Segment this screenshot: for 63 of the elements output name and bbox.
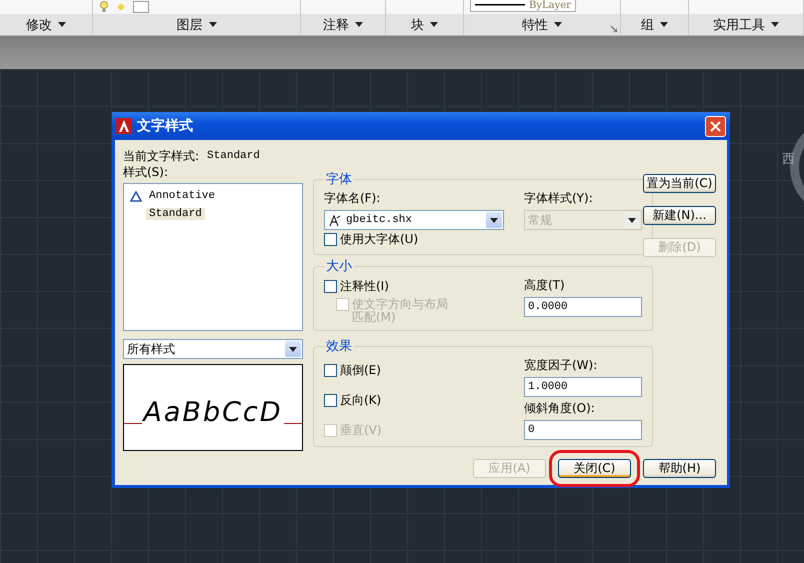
compass-label: 西 — [782, 151, 795, 168]
close-button[interactable] — [705, 116, 726, 136]
field-label: 字体名(F): — [324, 190, 382, 207]
app-logo-icon — [116, 118, 132, 134]
window-title: 文字样式 — [137, 117, 194, 135]
current-style-value: Standard — [207, 150, 260, 162]
caret-icon — [208, 22, 216, 27]
field-label: 宽度因子(W): — [524, 357, 598, 374]
ribbon-panel-title[interactable]: 注释 — [301, 14, 385, 35]
caret-icon — [58, 22, 66, 27]
layer-swatch[interactable] — [133, 1, 149, 13]
style-list-item[interactable]: Standard — [146, 208, 205, 220]
caret-icon — [355, 22, 363, 27]
field-label: 倾斜角度(O): — [524, 400, 596, 417]
close-icon — [710, 120, 721, 132]
caret-icon — [490, 218, 498, 222]
height-field[interactable]: 0.0000 — [524, 297, 642, 317]
caret-icon — [289, 346, 297, 352]
launcher-arrow-icon[interactable] — [611, 26, 617, 32]
checkbox-label: 使用大字体(U) — [340, 230, 418, 248]
checkbox[interactable] — [324, 280, 337, 292]
annotative-triangle-icon — [130, 190, 142, 202]
caret-icon — [430, 22, 438, 27]
font-name-dropdown[interactable]: gbeitc.shx — [324, 210, 504, 230]
ribbon-panel-title[interactable]: 组 — [621, 14, 688, 35]
style-list-item[interactable]: Annotative — [146, 190, 218, 202]
linetype-dropdown[interactable]: ByLayer — [470, 0, 576, 12]
checkbox-label: 垂直(V) — [340, 422, 382, 438]
checkbox[interactable] — [324, 394, 337, 406]
ribbon-panel-title[interactable]: 图层 — [93, 14, 300, 35]
lightbulb-icon[interactable] — [99, 1, 109, 13]
dialog-button[interactable]: 新建(N)... — [643, 206, 716, 225]
dialog-button[interactable]: 帮助(H) — [643, 459, 716, 478]
checkbox-label: 反向(K) — [340, 392, 382, 408]
caret-icon — [554, 22, 562, 27]
checkbox-label: 使文字方向与布局匹配(M) — [352, 298, 449, 324]
checkbox[interactable] — [324, 232, 337, 246]
oblique-angle-field[interactable]: 0 — [524, 420, 642, 440]
style-filter-dropdown[interactable]: 所有样式 — [123, 339, 303, 359]
checkbox-label: 注释性(I) — [340, 278, 389, 294]
preview-text: AaBbCcD — [142, 397, 284, 428]
field-label: 高度(T) — [524, 277, 566, 294]
baseline-marker — [284, 423, 302, 424]
shx-font-icon — [328, 214, 342, 226]
checkbox[interactable] — [324, 364, 337, 376]
group-title: 效果 — [325, 338, 353, 355]
caret-icon — [660, 22, 668, 27]
width-factor-field[interactable]: 1.0000 — [524, 377, 642, 397]
baseline-marker — [124, 423, 142, 424]
caret-icon — [771, 22, 779, 27]
caret-icon — [628, 218, 636, 222]
field-label: 字体样式(Y): — [524, 190, 594, 207]
ribbon-panel-title[interactable]: 修改 — [0, 14, 92, 35]
ribbon-panel-title[interactable]: 实用工具 — [689, 14, 803, 35]
current-style-label: 当前文字样式: — [123, 148, 200, 164]
dialog-button[interactable]: 置为当前(C) — [643, 174, 716, 193]
checkbox-label: 颠倒(E) — [340, 362, 381, 378]
line-sample-icon — [475, 4, 525, 6]
group-title: 大小 — [325, 258, 353, 275]
ribbon-panel-title[interactable]: 块 — [386, 14, 463, 35]
group-title: 字体 — [325, 171, 353, 188]
styles-label: 样式(S): — [123, 164, 170, 180]
ribbon-panel-title[interactable]: 特性 — [464, 14, 620, 35]
